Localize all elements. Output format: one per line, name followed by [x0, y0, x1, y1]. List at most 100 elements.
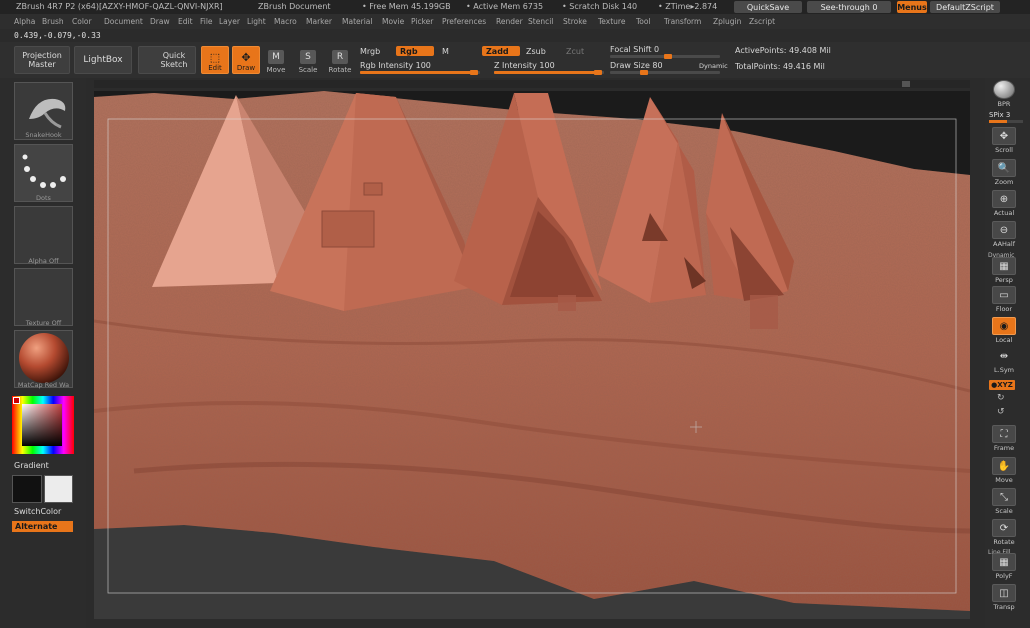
menu-transform[interactable]: Transform: [664, 17, 701, 26]
scroll-icon: ✥: [992, 127, 1016, 145]
rotate-view-button[interactable]: ⟳ Rotate: [989, 518, 1019, 546]
move-label: Move: [266, 66, 286, 74]
alternate-toggle[interactable]: Alternate: [12, 521, 73, 532]
color-square[interactable]: [22, 404, 62, 446]
polyf-button[interactable]: ▦ PolyF: [989, 552, 1019, 580]
move-icon: M: [268, 50, 284, 64]
bpr-sphere-icon: [993, 80, 1015, 99]
z-intensity-knob[interactable]: [594, 70, 602, 75]
draw-size-slider[interactable]: Draw Size 80: [610, 61, 663, 70]
z-intensity-track[interactable]: [494, 70, 604, 75]
menu-brush[interactable]: Brush: [42, 17, 64, 26]
main-color-swatch[interactable]: [12, 475, 42, 503]
scale-button[interactable]: S Scale: [294, 46, 322, 74]
xyz-toggle[interactable]: ●XYZ: [989, 380, 1015, 390]
rotate-button[interactable]: R Rotate: [326, 46, 354, 74]
menu-stencil[interactable]: Stencil: [528, 17, 553, 26]
scale-view-button[interactable]: ⤡ Scale: [989, 487, 1019, 515]
terrain-scene[interactable]: [94, 91, 970, 619]
focal-shift-track[interactable]: [610, 54, 720, 59]
alpha-thumbnail[interactable]: [14, 206, 73, 264]
local-button[interactable]: ◉ Local: [989, 316, 1019, 344]
menu-tool[interactable]: Tool: [636, 17, 651, 26]
menu-file[interactable]: File: [200, 17, 213, 26]
secondary-color-swatch[interactable]: [44, 475, 73, 503]
dynamic-toggle[interactable]: Dynamic: [699, 62, 728, 70]
rotate-z-icon[interactable]: ↺: [997, 407, 1005, 417]
see-through-slider[interactable]: See-through 0: [807, 1, 891, 13]
menu-macro[interactable]: Macro: [274, 17, 297, 26]
gradient-toggle[interactable]: Gradient: [14, 461, 49, 470]
texture-thumbnail[interactable]: [14, 268, 73, 326]
menu-document[interactable]: Document: [104, 17, 143, 26]
horizontal-scrollbar[interactable]: [94, 80, 970, 88]
menu-alpha[interactable]: Alpha: [14, 17, 35, 26]
m-toggle[interactable]: M: [442, 47, 449, 56]
scroll-thumb[interactable]: [902, 81, 910, 87]
lightbox-button[interactable]: LightBox: [74, 46, 132, 74]
menu-picker[interactable]: Picker: [411, 17, 433, 26]
switchcolor-button[interactable]: SwitchColor: [14, 507, 61, 516]
default-zscript-button[interactable]: DefaultZScript: [930, 1, 1000, 13]
draw-size-track[interactable]: [610, 70, 720, 75]
menu-color[interactable]: Color: [72, 17, 92, 26]
menu-draw[interactable]: Draw: [150, 17, 170, 26]
draw-size-knob[interactable]: [640, 70, 648, 75]
move-view-button[interactable]: ✋ Move: [989, 456, 1019, 484]
rgb-toggle[interactable]: Rgb: [396, 46, 434, 56]
rgb-intensity-track[interactable]: [360, 70, 480, 75]
rgb-intensity-slider[interactable]: Rgb Intensity 100: [360, 61, 431, 70]
transp-label: Transp: [993, 603, 1015, 611]
menu-marker[interactable]: Marker: [306, 17, 332, 26]
actual-label: Actual: [993, 209, 1015, 217]
edit-button[interactable]: ⬚ Edit: [201, 46, 229, 74]
zadd-toggle[interactable]: Zadd: [482, 46, 520, 56]
menu-preferences[interactable]: Preferences: [442, 17, 486, 26]
frame-button[interactable]: ⛶ Frame: [989, 424, 1019, 452]
menu-render[interactable]: Render: [496, 17, 523, 26]
spix-track[interactable]: [989, 120, 1023, 123]
edit-label: Edit: [208, 64, 222, 72]
zsub-toggle[interactable]: Zsub: [526, 47, 546, 56]
menu-zplugin[interactable]: Zplugin: [713, 17, 741, 26]
spix-slider[interactable]: SPix 3: [989, 110, 1023, 123]
focal-shift-slider[interactable]: Focal Shift 0: [610, 45, 659, 54]
menu-zscript[interactable]: Zscript: [749, 17, 775, 26]
bpr-button[interactable]: BPR: [989, 80, 1019, 108]
document-title: ZBrush Document: [258, 2, 331, 11]
transp-button[interactable]: ◫ Transp: [989, 583, 1019, 611]
menu-light[interactable]: Light: [247, 17, 266, 26]
rgb-intensity-knob[interactable]: [470, 70, 478, 75]
color-picker[interactable]: [12, 396, 74, 454]
canvas-viewport[interactable]: [94, 91, 970, 619]
material-thumbnail[interactable]: [14, 330, 73, 388]
menu-stroke[interactable]: Stroke: [563, 17, 587, 26]
z-intensity-slider[interactable]: Z Intensity 100: [494, 61, 555, 70]
actual-button[interactable]: ⊕ Actual: [989, 189, 1019, 217]
draw-button[interactable]: ✥ Draw: [232, 46, 260, 74]
focal-shift-knob[interactable]: [664, 54, 672, 59]
quicksave-button[interactable]: QuickSave: [734, 1, 802, 13]
menu-edit[interactable]: Edit: [178, 17, 193, 26]
menu-layer[interactable]: Layer: [219, 17, 240, 26]
lsym-button[interactable]: ⇹ L.Sym: [989, 346, 1019, 375]
rgb-intensity-fill: [360, 71, 472, 74]
scale-view-label: Scale: [995, 507, 1013, 515]
polyframe-icon: ▦: [992, 553, 1016, 571]
quick-sketch-button[interactable]: Quick Sketch: [138, 46, 196, 74]
mrgb-toggle[interactable]: Mrgb: [360, 47, 380, 56]
alpha-label: Alpha Off: [28, 257, 59, 265]
move-button[interactable]: M Move: [262, 46, 290, 74]
projection-master-button[interactable]: Projection Master: [14, 46, 70, 74]
zoom-button[interactable]: 🔍 Zoom: [989, 158, 1019, 186]
zcut-toggle[interactable]: Zcut: [566, 47, 584, 56]
menu-material[interactable]: Material: [342, 17, 372, 26]
menu-movie[interactable]: Movie: [382, 17, 404, 26]
menus-button[interactable]: Menus: [897, 1, 927, 13]
persp-button[interactable]: ▦ Persp: [989, 256, 1019, 284]
rotate-y-icon[interactable]: ↻: [997, 393, 1005, 403]
aahalf-button[interactable]: ⊖ AAHalf: [989, 220, 1019, 248]
floor-button[interactable]: ▭ Floor: [989, 285, 1019, 313]
scroll-button[interactable]: ✥ Scroll: [989, 126, 1019, 154]
menu-texture[interactable]: Texture: [598, 17, 625, 26]
